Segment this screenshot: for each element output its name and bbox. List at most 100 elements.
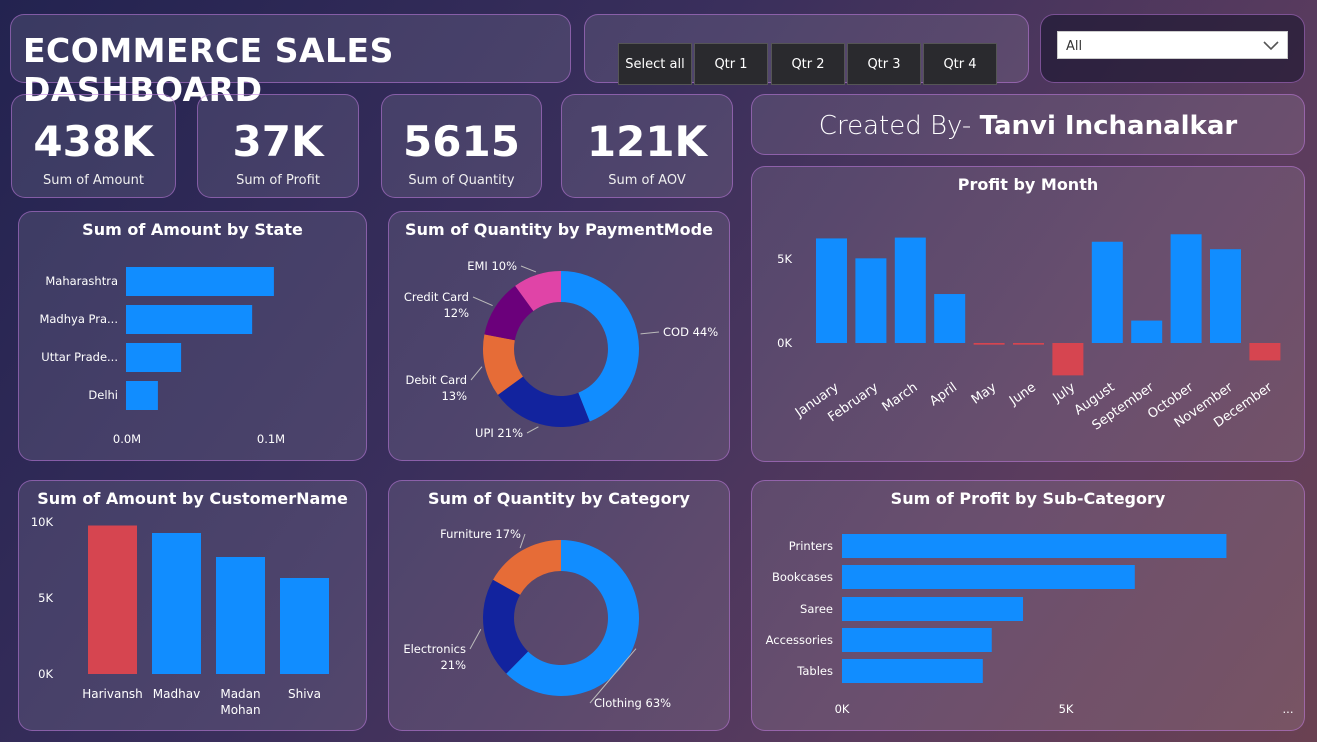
chart-category-panel: Sum of Quantity by Category Clothing 63%… xyxy=(388,480,730,731)
subcategory-bar xyxy=(842,628,992,652)
payment-slice-label: Debit Card xyxy=(406,373,468,387)
payment-leader-line xyxy=(526,426,539,434)
month-bar xyxy=(934,294,966,343)
kpi-label: Sum of Profit xyxy=(236,173,320,188)
month-bar xyxy=(816,238,847,343)
credit-name: Tanvi Inchanalkar xyxy=(979,111,1238,141)
customer-x-label: Madhav xyxy=(153,687,200,701)
subcategory-label: Printers xyxy=(789,539,833,553)
payment-leader-line xyxy=(640,331,660,335)
subcategory-label: Accessories xyxy=(766,633,833,647)
state-category-label: Delhi xyxy=(88,388,118,402)
kpi-card-amount: 438K Sum of Amount xyxy=(11,94,176,198)
customer-bar xyxy=(280,578,329,674)
kpi-card-profit: 37K Sum of Profit xyxy=(197,94,359,198)
category-slice-label: Furniture 17% xyxy=(440,527,521,541)
subcategory-label: Bookcases xyxy=(772,570,833,584)
category-slice-label: 21% xyxy=(440,658,466,672)
state-category-label: Maharashtra xyxy=(45,274,118,288)
customer-y-tick: 5K xyxy=(38,591,53,605)
payment-slice-label: COD 44% xyxy=(663,325,718,339)
customer-y-tick: 10K xyxy=(31,515,54,529)
chart-state-panel: Sum of Amount by State Maharashtra Madhya… xyxy=(18,211,367,461)
month-bar xyxy=(1052,343,1084,376)
kpi-label: Sum of Amount xyxy=(42,173,145,188)
customer-bar xyxy=(152,533,201,674)
chart-month-panel: Profit by Month 5K 0K January February March… xyxy=(751,166,1305,462)
payment-slice-label: EMI 10% xyxy=(467,259,517,273)
customer-x-label: Mohan xyxy=(220,703,260,717)
chart-subcategory-panel: Sum of Profit by Sub-Category Printers Bo… xyxy=(751,480,1305,731)
state-category-label: Uttar Prade... xyxy=(41,350,118,364)
category-donut-chart: Clothing 63% Electronics 21% Furniture 17% xyxy=(403,527,671,710)
month-y-tick: 0K xyxy=(777,336,792,350)
month-bar xyxy=(1091,241,1123,343)
filter-dropdown[interactable]: All xyxy=(1057,31,1288,59)
month-bar xyxy=(973,343,1005,345)
subcategory-label: Saree xyxy=(800,602,833,616)
credit-panel: Created By- Tanvi Inchanalkar xyxy=(751,94,1305,155)
month-x-label: July xyxy=(1050,380,1079,406)
subcategory-bar xyxy=(842,534,1227,558)
month-bar xyxy=(1131,320,1163,343)
payment-leader-line xyxy=(520,265,537,273)
month-bar-chart: 5K0KJanuaryFebruaryMarch April May June July… xyxy=(777,234,1281,433)
state-x-tick: 0.0M xyxy=(113,432,141,446)
month-x-label: March xyxy=(880,380,921,415)
month-bar xyxy=(855,258,887,343)
kpi-value: 5615 xyxy=(403,117,520,166)
chart-customer-panel: Sum of Amount by CustomerName 10K 5K 0K Har… xyxy=(18,480,367,731)
customer-x-label: Madan xyxy=(220,687,260,701)
month-bar xyxy=(894,237,926,343)
customer-y-tick: 0K xyxy=(38,667,53,681)
subcategory-label: Tables xyxy=(796,664,833,678)
credit-prefix: Created By- xyxy=(818,111,980,141)
customer-x-label: Shiva xyxy=(288,687,321,701)
month-bar xyxy=(1013,343,1044,345)
chart-payment-panel: Sum of Quantity by PaymentMode COD 44% UP… xyxy=(388,211,730,461)
state-bar xyxy=(126,267,274,296)
month-bar xyxy=(1210,249,1241,343)
month-y-tick: 5K xyxy=(777,252,792,266)
state-bar-chart: Maharashtra Madhya Pra... Uttar Prade... De… xyxy=(39,267,285,446)
month-x-label: June xyxy=(1006,380,1039,409)
month-x-label: April xyxy=(927,380,960,409)
title-panel: ECOMMERCE SALES DASHBOARD xyxy=(10,14,571,109)
state-bar xyxy=(126,343,182,372)
subcategory-x-tick: 5K xyxy=(1059,702,1074,716)
subcategory-x-tick: 0K xyxy=(835,702,850,716)
payment-slice-label: 12% xyxy=(443,306,469,320)
qtr4-button[interactable]: Qtr 4 xyxy=(923,43,997,85)
chevron-down-icon xyxy=(1263,41,1279,51)
state-category-label: Madhya Pra... xyxy=(39,312,118,326)
state-bar xyxy=(126,305,253,334)
select-all-button[interactable]: Select all xyxy=(618,43,692,85)
category-slice-label: Electronics xyxy=(403,642,466,656)
payment-slice-label: UPI 21% xyxy=(475,426,523,440)
payment-donut-chart: COD 44% UPI 21% Debit Card 13% Credit Card 12… xyxy=(404,259,718,440)
qtr2-button[interactable]: Qtr 2 xyxy=(771,43,845,85)
customer-x-label: Harivansh xyxy=(82,687,143,701)
qtr1-button[interactable]: Qtr 1 xyxy=(694,43,768,85)
subcategory-bar xyxy=(842,597,1024,621)
customer-bar-chart: 10K 5K 0K Harivansh Madhav Madan Mohan Shiva xyxy=(31,515,329,717)
kpi-value: 438K xyxy=(33,117,154,166)
kpi-card-aov: 121K Sum of AOV xyxy=(561,94,733,198)
payment-slice-label: 13% xyxy=(441,389,467,403)
kpi-card-quantity: 5615 Sum of Quantity xyxy=(381,94,542,198)
state-x-tick: 0.1M xyxy=(257,432,285,446)
month-x-label: May xyxy=(969,380,1000,408)
payment-slice-label: Credit Card xyxy=(404,290,469,304)
filter-value: All xyxy=(1066,39,1083,54)
month-bar xyxy=(1170,234,1202,343)
state-bar xyxy=(126,381,158,410)
kpi-label: Sum of Quantity xyxy=(408,173,515,188)
qtr3-button[interactable]: Qtr 3 xyxy=(847,43,921,85)
payment-leader-line xyxy=(472,296,493,307)
category-slice-label: Clothing 63% xyxy=(594,696,671,710)
kpi-label: Sum of AOV xyxy=(608,173,686,188)
subcategory-bar-chart: Printers Bookcases Saree Accessories Tables 0… xyxy=(766,534,1293,716)
customer-bar xyxy=(216,557,265,674)
subcategory-bar xyxy=(842,565,1135,589)
kpi-value: 121K xyxy=(586,117,708,166)
